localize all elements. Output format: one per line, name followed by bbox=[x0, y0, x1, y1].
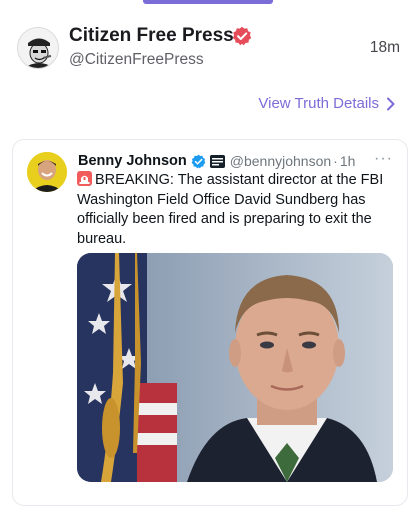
view-truth-details-label: View Truth Details bbox=[258, 95, 379, 112]
embed-post-text-content: BREAKING: The assistant director at the … bbox=[77, 172, 384, 247]
portrait-photo bbox=[77, 253, 393, 482]
post-header: Citizen Free Press @CitizenFreePress 18m bbox=[0, 0, 418, 90]
siren-emoji-icon bbox=[77, 171, 92, 186]
embed-avatar[interactable] bbox=[27, 152, 67, 192]
handle[interactable]: @CitizenFreePress bbox=[69, 51, 204, 69]
embed-separator: · bbox=[333, 153, 338, 169]
affiliate-badge-icon bbox=[209, 154, 225, 168]
avatar[interactable] bbox=[17, 27, 59, 69]
view-truth-details-link[interactable]: View Truth Details bbox=[258, 95, 396, 112]
embedded-post-card[interactable]: Benny Johnson @bennyjohnson · 1h ··· BRE… bbox=[12, 139, 408, 506]
embed-meta-row: Benny Johnson @bennyjohnson · 1h bbox=[78, 151, 355, 171]
embed-handle[interactable]: @bennyjohnson bbox=[230, 153, 331, 169]
chevron-right-icon bbox=[387, 97, 395, 110]
embed-timestamp: 1h bbox=[339, 153, 356, 169]
post-timestamp: 18m bbox=[369, 39, 400, 56]
kane-avatar-graphic bbox=[18, 28, 58, 68]
display-name[interactable]: Citizen Free Press bbox=[69, 25, 234, 47]
embed-photo[interactable] bbox=[77, 253, 393, 482]
verified-badge-icon bbox=[232, 26, 252, 46]
embed-post-text: BREAKING: The assistant director at the … bbox=[77, 171, 395, 249]
x-verified-badge-icon bbox=[191, 154, 206, 168]
more-options-icon[interactable]: ··· bbox=[374, 150, 393, 168]
embed-author-name[interactable]: Benny Johnson bbox=[78, 153, 187, 169]
embed-avatar-graphic bbox=[27, 152, 67, 192]
